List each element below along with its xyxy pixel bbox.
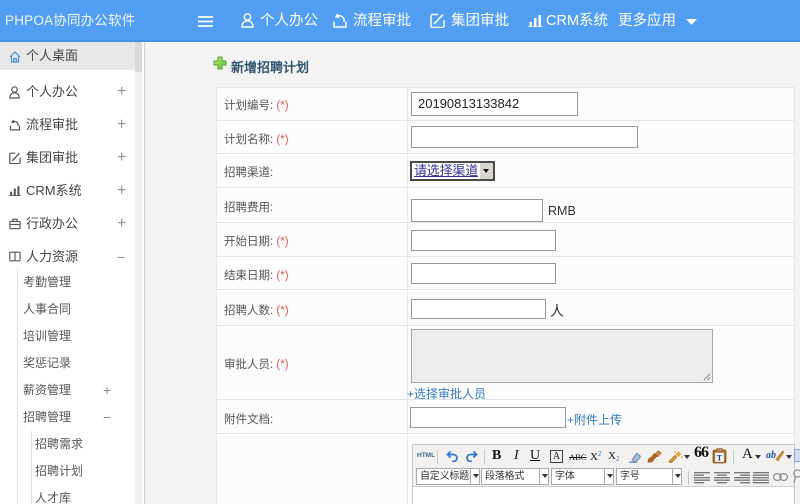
svg-text:T: T: [717, 453, 723, 463]
